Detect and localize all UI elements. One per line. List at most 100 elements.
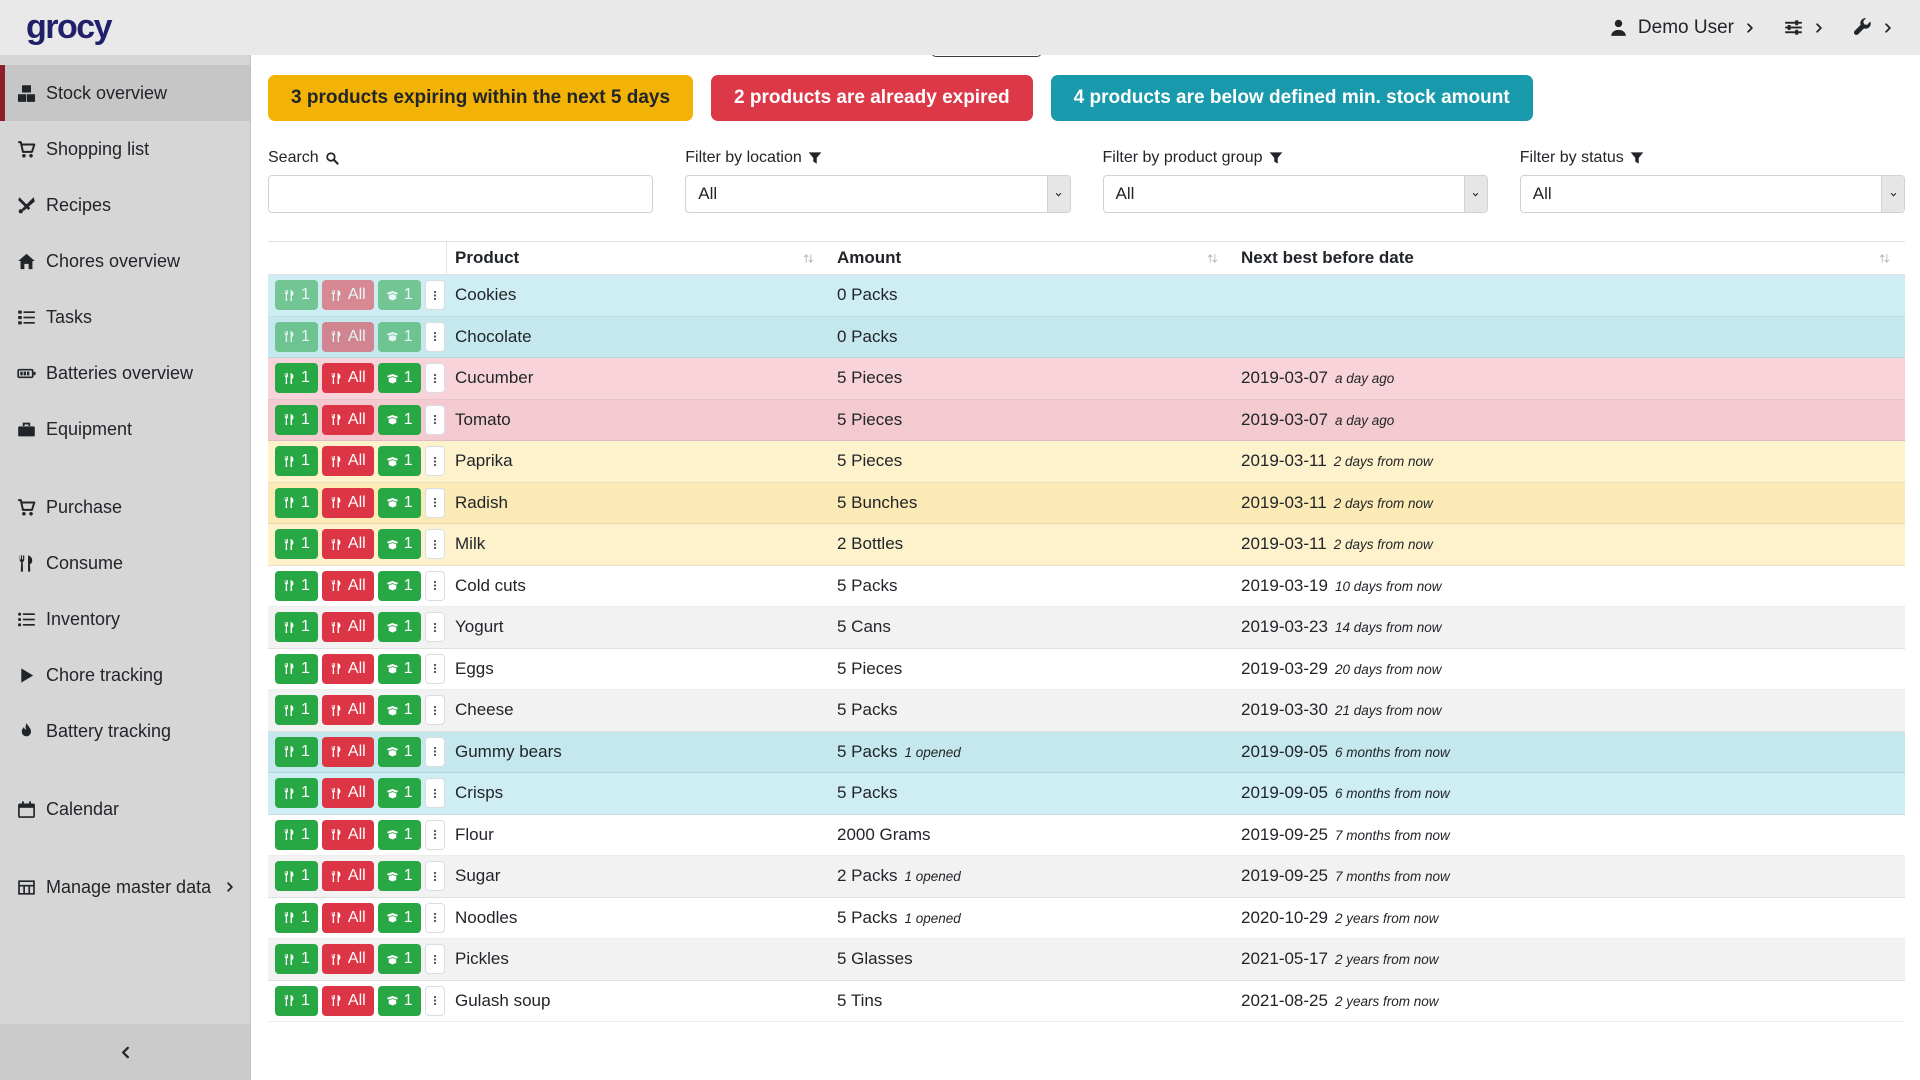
amount-column-header[interactable]: Amount bbox=[829, 242, 1233, 274]
consume-all-button[interactable]: All bbox=[322, 322, 374, 352]
consume-one-button[interactable]: 1 bbox=[275, 944, 318, 974]
open-one-button[interactable]: 1 bbox=[378, 529, 421, 559]
search-input[interactable] bbox=[268, 175, 653, 213]
open-one-button[interactable]: 1 bbox=[378, 405, 421, 435]
row-menu-button[interactable] bbox=[425, 820, 445, 850]
row-menu-button[interactable] bbox=[425, 488, 445, 518]
row-menu-button[interactable] bbox=[425, 322, 445, 352]
row-menu-button[interactable] bbox=[425, 405, 445, 435]
open-one-button[interactable]: 1 bbox=[378, 903, 421, 933]
consume-all-button[interactable]: All bbox=[322, 944, 374, 974]
sidebar-item-consume[interactable]: Consume bbox=[0, 535, 250, 591]
sidebar-item-chore-tracking[interactable]: Chore tracking bbox=[0, 647, 250, 703]
best-before-column-header[interactable]: Next best before date bbox=[1233, 242, 1905, 274]
consume-one-button[interactable]: 1 bbox=[275, 488, 318, 518]
sidebar-item-battery-tracking[interactable]: Battery tracking bbox=[0, 703, 250, 759]
row-menu-button[interactable] bbox=[425, 280, 445, 310]
status-badge-info[interactable]: 4 products are below defined min. stock … bbox=[1051, 75, 1533, 121]
sidebar-collapse-button[interactable] bbox=[0, 1024, 250, 1080]
sidebar-item-purchase[interactable]: Purchase bbox=[0, 479, 250, 535]
consume-all-button[interactable]: All bbox=[322, 571, 374, 601]
row-menu-button[interactable] bbox=[425, 737, 445, 767]
consume-all-button[interactable]: All bbox=[322, 820, 374, 850]
settings-menu[interactable] bbox=[1784, 18, 1825, 37]
sidebar-item-recipes[interactable]: Recipes bbox=[0, 177, 250, 233]
status-badge-warning[interactable]: 3 products expiring within the next 5 da… bbox=[268, 75, 693, 121]
sidebar-item-chores-overview[interactable]: Chores overview bbox=[0, 233, 250, 289]
consume-one-button[interactable]: 1 bbox=[275, 571, 318, 601]
sidebar-item-calendar[interactable]: Calendar bbox=[0, 781, 250, 837]
sidebar-item-manage-master-data[interactable]: Manage master data bbox=[0, 859, 250, 915]
consume-one-button[interactable]: 1 bbox=[275, 820, 318, 850]
consume-all-button[interactable]: All bbox=[322, 612, 374, 642]
consume-one-button[interactable]: 1 bbox=[275, 363, 318, 393]
row-menu-button[interactable] bbox=[425, 861, 445, 891]
consume-all-button[interactable]: All bbox=[322, 695, 374, 725]
open-one-button[interactable]: 1 bbox=[378, 322, 421, 352]
consume-one-button[interactable]: 1 bbox=[275, 405, 318, 435]
row-menu-button[interactable] bbox=[425, 446, 445, 476]
consume-all-button[interactable]: All bbox=[322, 405, 374, 435]
consume-all-button[interactable]: All bbox=[322, 861, 374, 891]
status-badge-danger[interactable]: 2 products are already expired bbox=[711, 75, 1033, 121]
open-one-button[interactable]: 1 bbox=[378, 861, 421, 891]
open-one-button[interactable]: 1 bbox=[378, 820, 421, 850]
open-one-button[interactable]: 1 bbox=[378, 571, 421, 601]
open-one-button[interactable]: 1 bbox=[378, 446, 421, 476]
consume-all-button[interactable]: All bbox=[322, 529, 374, 559]
app-logo[interactable]: grocy bbox=[26, 8, 111, 47]
user-menu[interactable]: Demo User bbox=[1609, 17, 1756, 39]
sidebar-item-equipment[interactable]: Equipment bbox=[0, 401, 250, 457]
row-menu-button[interactable] bbox=[425, 778, 445, 808]
consume-all-button[interactable]: All bbox=[322, 737, 374, 767]
consume-all-button[interactable]: All bbox=[322, 903, 374, 933]
consume-all-button[interactable]: All bbox=[322, 363, 374, 393]
consume-one-button[interactable]: 1 bbox=[275, 737, 318, 767]
sidebar-item-shopping-list[interactable]: Shopping list bbox=[0, 121, 250, 177]
location-filter-select[interactable]: All bbox=[685, 175, 1070, 213]
row-menu-button[interactable] bbox=[425, 986, 445, 1016]
consume-all-button[interactable]: All bbox=[322, 654, 374, 684]
row-menu-button[interactable] bbox=[425, 944, 445, 974]
consume-all-button[interactable]: All bbox=[322, 280, 374, 310]
sidebar-item-batteries-overview[interactable]: Batteries overview bbox=[0, 345, 250, 401]
open-one-button[interactable]: 1 bbox=[378, 778, 421, 808]
open-one-button[interactable]: 1 bbox=[378, 654, 421, 684]
open-one-button[interactable]: 1 bbox=[378, 280, 421, 310]
open-one-button[interactable]: 1 bbox=[378, 944, 421, 974]
row-menu-button[interactable] bbox=[425, 612, 445, 642]
open-one-button[interactable]: 1 bbox=[378, 695, 421, 725]
consume-one-button[interactable]: 1 bbox=[275, 529, 318, 559]
consume-one-button[interactable]: 1 bbox=[275, 778, 318, 808]
row-menu-button[interactable] bbox=[425, 695, 445, 725]
sidebar-item-stock-overview[interactable]: Stock overview bbox=[0, 65, 250, 121]
consume-one-button[interactable]: 1 bbox=[275, 280, 318, 310]
consume-one-button[interactable]: 1 bbox=[275, 322, 318, 352]
consume-all-button[interactable]: All bbox=[322, 986, 374, 1016]
product-column-header[interactable]: Product bbox=[447, 242, 829, 274]
sidebar-item-tasks[interactable]: Tasks bbox=[0, 289, 250, 345]
open-one-button[interactable]: 1 bbox=[378, 363, 421, 393]
row-menu-button[interactable] bbox=[425, 529, 445, 559]
row-menu-button[interactable] bbox=[425, 903, 445, 933]
status-filter-select[interactable]: All bbox=[1520, 175, 1905, 213]
consume-one-button[interactable]: 1 bbox=[275, 695, 318, 725]
open-one-button[interactable]: 1 bbox=[378, 488, 421, 518]
open-one-button[interactable]: 1 bbox=[378, 737, 421, 767]
consume-all-button[interactable]: All bbox=[322, 488, 374, 518]
consume-one-button[interactable]: 1 bbox=[275, 446, 318, 476]
row-menu-button[interactable] bbox=[425, 571, 445, 601]
consume-one-button[interactable]: 1 bbox=[275, 986, 318, 1016]
row-menu-button[interactable] bbox=[425, 654, 445, 684]
consume-one-button[interactable]: 1 bbox=[275, 903, 318, 933]
admin-menu[interactable] bbox=[1853, 18, 1894, 37]
consume-one-button[interactable]: 1 bbox=[275, 861, 318, 891]
row-menu-button[interactable] bbox=[425, 363, 445, 393]
open-one-button[interactable]: 1 bbox=[378, 986, 421, 1016]
product-group-filter-select[interactable]: All bbox=[1103, 175, 1488, 213]
open-one-button[interactable]: 1 bbox=[378, 612, 421, 642]
consume-one-button[interactable]: 1 bbox=[275, 654, 318, 684]
consume-all-button[interactable]: All bbox=[322, 446, 374, 476]
sidebar-item-inventory[interactable]: Inventory bbox=[0, 591, 250, 647]
consume-one-button[interactable]: 1 bbox=[275, 612, 318, 642]
